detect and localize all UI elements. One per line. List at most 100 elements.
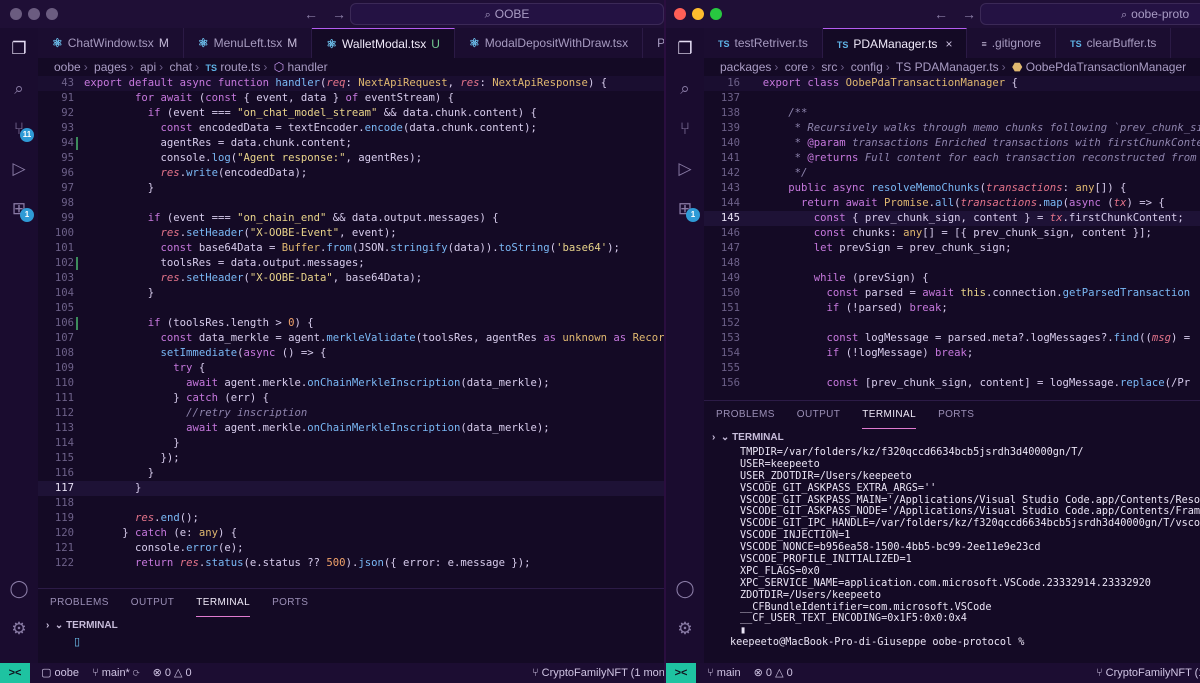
breadcrumb-item[interactable]: src: [821, 60, 837, 74]
code-line[interactable]: 108 setImmediate(async () => {: [38, 346, 664, 361]
tab-chatwindow[interactable]: ⚛ ChatWindow.tsx M: [38, 28, 184, 58]
minimize-window-button[interactable]: [692, 8, 704, 20]
code-line[interactable]: 119 res.end();: [38, 511, 664, 526]
code-line[interactable]: 147 let prevSign = prev_chunk_sign;: [704, 241, 1200, 256]
tab-output[interactable]: OUTPUT: [797, 401, 841, 429]
code-line[interactable]: 93 const encodedData = textEncoder.encod…: [38, 121, 664, 136]
code-line[interactable]: 120 } catch (e: any) {: [38, 526, 664, 541]
code-line[interactable]: 100 res.setHeader("X-OOBE-Event", event)…: [38, 226, 664, 241]
code-line[interactable]: 155: [704, 361, 1200, 376]
code-line[interactable]: 141 * @returns Full content for each tra…: [704, 151, 1200, 166]
code-line[interactable]: 140 * @param transactions Enriched trans…: [704, 136, 1200, 151]
zoom-window-button[interactable]: [710, 8, 722, 20]
code-line[interactable]: 99 if (event === "on_chain_end" && data.…: [38, 211, 664, 226]
code-line[interactable]: 105: [38, 301, 664, 316]
code-line[interactable]: 98: [38, 196, 664, 211]
tab-ports[interactable]: PORTS: [938, 401, 974, 429]
code-line[interactable]: 103 res.setHeader("X-OOBE-Data", base64D…: [38, 271, 664, 286]
code-line[interactable]: 95 console.log("Agent response:", agentR…: [38, 151, 664, 166]
code-line[interactable]: 106 if (toolsRes.length > 0) {: [38, 316, 664, 331]
code-line[interactable]: 109 try {: [38, 361, 664, 376]
code-line[interactable]: 110 await agent.merkle.onChainMerkleInsc…: [38, 376, 664, 391]
remote-indicator[interactable]: ><: [666, 663, 696, 683]
search-icon[interactable]: ⌕: [674, 78, 696, 100]
status-right[interactable]: ⑂ CryptoFamilyNFT (1: [1096, 663, 1200, 683]
problems-indicator[interactable]: ⊗ 0 △ 0: [754, 667, 793, 679]
code-editor[interactable]: 43 export default async function handler (…: [38, 76, 664, 571]
code-line[interactable]: 104 }: [38, 286, 664, 301]
zoom-window-button[interactable]: [46, 8, 58, 20]
code-line[interactable]: 137: [704, 91, 1200, 106]
terminal-output[interactable]: TMPDIR=/var/folders/kz/f320qccd6634bcb5j…: [704, 447, 1200, 649]
tab-ports[interactable]: PORTS: [272, 589, 308, 617]
branch-indicator[interactable]: ⑂ main* ⟳: [92, 667, 139, 679]
code-line[interactable]: 102 toolsRes = data.output.messages;: [38, 256, 664, 271]
code-line[interactable]: 113 await agent.merkle.onChainMerkleInsc…: [38, 421, 664, 436]
status-right[interactable]: ⑂ CryptoFamilyNFT (1 mon: [532, 663, 664, 683]
breadcrumb-item[interactable]: api: [140, 60, 156, 74]
close-window-button[interactable]: [674, 8, 686, 20]
code-line[interactable]: 142 */: [704, 166, 1200, 181]
code-line[interactable]: 101 const base64Data = Buffer.from(JSON.…: [38, 241, 664, 256]
code-line[interactable]: 92 if (event === "on_chat_model_stream" …: [38, 106, 664, 121]
breadcrumb-item[interactable]: OobePdaTransactionManager: [1026, 60, 1186, 74]
code-line[interactable]: 150 const parsed = await this.connection…: [704, 286, 1200, 301]
breadcrumb-item[interactable]: pages: [94, 60, 127, 74]
gear-icon[interactable]: ⚙: [8, 618, 30, 640]
accounts-icon[interactable]: ◯: [674, 578, 696, 600]
code-line[interactable]: 122 return res.status(e.status ?? 500).j…: [38, 556, 664, 571]
code-line[interactable]: 116 }: [38, 466, 664, 481]
explorer-icon[interactable]: ❐: [8, 38, 30, 60]
code-line[interactable]: 114 }: [38, 436, 664, 451]
tab-problems[interactable]: PROBLEMS: [50, 589, 109, 617]
code-line[interactable]: 16 export class OobePdaTransactionManage…: [704, 76, 1200, 91]
code-line[interactable]: 118: [38, 496, 664, 511]
command-center[interactable]: ⌕ OOBE: [350, 3, 664, 25]
source-control-icon[interactable]: ⑂: [674, 118, 696, 140]
breadcrumb-item[interactable]: core: [785, 60, 808, 74]
code-line[interactable]: 97 }: [38, 181, 664, 196]
search-icon[interactable]: ⌕: [8, 78, 30, 100]
breadcrumb-item[interactable]: TS PDAManager.ts: [896, 60, 999, 74]
code-line[interactable]: 148: [704, 256, 1200, 271]
code-line[interactable]: 145 const { prev_chunk_sign, content } =…: [704, 211, 1200, 226]
tab-clearbuffer[interactable]: TS clearBuffer.ts: [1056, 28, 1172, 58]
gear-icon[interactable]: ⚙: [674, 618, 696, 640]
code-line[interactable]: 156 const [prev_chunk_sign, content] = l…: [704, 376, 1200, 391]
tab-modaldeposit[interactable]: ⚛ ModalDepositWithDraw.tsx: [455, 28, 644, 58]
terminal-header[interactable]: › ⌄ TERMINAL: [704, 429, 1200, 447]
code-editor[interactable]: 16 export class OobePdaTransactionManage…: [704, 76, 1200, 391]
code-line[interactable]: 149 while (prevSign) {: [704, 271, 1200, 286]
code-line[interactable]: 94 agentRes = data.chunk.content;: [38, 136, 664, 151]
terminal-prompt[interactable]: keepeeto@MacBook-Pro-di-Giuseppe oobe-pr…: [730, 637, 1200, 649]
close-icon[interactable]: ×: [945, 37, 952, 51]
terminal-cursor[interactable]: ▯: [38, 635, 664, 648]
code-line[interactable]: 96 res.write(encodedData);: [38, 166, 664, 181]
tab-walletmodal[interactable]: ⚛ WalletModal.tsx U: [312, 28, 455, 58]
breadcrumb-item[interactable]: chat: [169, 60, 192, 74]
remote-indicator[interactable]: ><: [0, 663, 30, 683]
problems-indicator[interactable]: ⊗ 0 △ 0: [153, 667, 192, 679]
terminal-header[interactable]: › ⌄ TERMINAL: [38, 617, 664, 635]
branch-root[interactable]: ▢ oobe: [41, 667, 79, 679]
breadcrumb-item[interactable]: config: [851, 60, 883, 74]
minimize-window-button[interactable]: [28, 8, 40, 20]
tab-overflow[interactable]: P: [643, 28, 664, 58]
accounts-icon[interactable]: ◯: [8, 578, 30, 600]
code-line[interactable]: 112 //retry inscription: [38, 406, 664, 421]
code-line[interactable]: 91 for await (const { event, data } of e…: [38, 91, 664, 106]
code-line[interactable]: 107 const data_merkle = agent.merkleVali…: [38, 331, 664, 346]
code-line[interactable]: 154 if (!logMessage) break;: [704, 346, 1200, 361]
tab-pdamanager[interactable]: TS PDAManager.ts ×: [822, 28, 968, 58]
code-line[interactable]: 144 return await Promise.all(transaction…: [704, 196, 1200, 211]
code-line[interactable]: 146 const chunks: any[] = [{ prev_chunk_…: [704, 226, 1200, 241]
command-center[interactable]: ⌕ oobe-proto: [980, 3, 1200, 25]
tab-terminal[interactable]: TERMINAL: [196, 589, 251, 617]
branch-indicator[interactable]: ⑂ main: [707, 667, 741, 679]
tab-menuleft[interactable]: ⚛ MenuLeft.tsx M: [184, 28, 313, 58]
code-line[interactable]: 138 /**: [704, 106, 1200, 121]
terminal-cursor[interactable]: ▮: [740, 625, 1200, 637]
breadcrumb-item[interactable]: handler: [288, 60, 328, 74]
tab-testretriver[interactable]: TS testRetriver.ts: [704, 28, 823, 58]
code-line[interactable]: 111 } catch (err) {: [38, 391, 664, 406]
